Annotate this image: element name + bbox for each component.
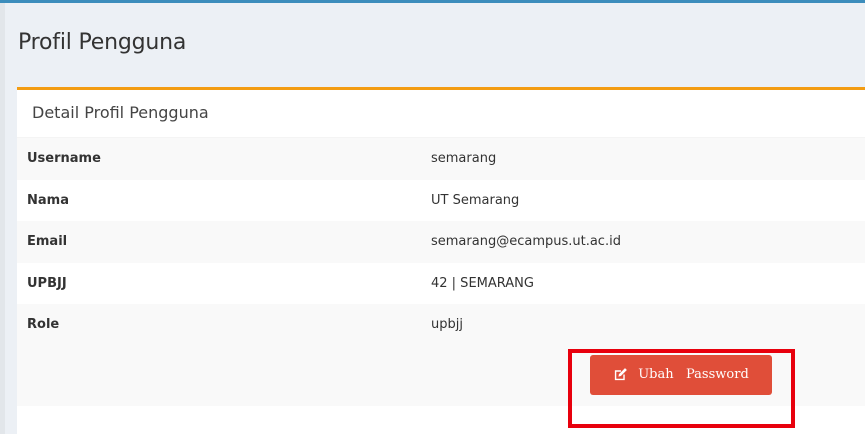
profile-page: Profil Pengguna Detail Profil Pengguna U…: [0, 0, 865, 434]
nama-label: Nama: [17, 179, 415, 221]
nama-value: UT Semarang: [415, 179, 865, 221]
table-row: Email semarang@ecampus.ut.ac.id: [17, 221, 865, 263]
sidebar-edge: [0, 3, 5, 434]
table-row: Username semarang: [17, 138, 865, 180]
username-value: semarang: [415, 138, 865, 180]
change-password-label: Ubah Password: [638, 367, 749, 382]
table-row: UPBJJ 42 | SEMARANG: [17, 262, 865, 304]
card-header: Detail Profil Pengguna: [17, 90, 865, 138]
email-value: semarang@ecampus.ut.ac.id: [415, 221, 865, 263]
role-label: Role: [17, 304, 415, 346]
change-password-button[interactable]: Ubah Password: [590, 354, 772, 395]
profile-table: Username semarang Nama UT Semarang Email…: [17, 138, 865, 346]
username-label: Username: [17, 138, 415, 180]
card-title: Detail Profil Pengguna: [32, 103, 209, 122]
profile-detail-card: Detail Profil Pengguna Username semarang…: [17, 87, 865, 434]
header-accent-line: [0, 0, 865, 3]
edit-icon: [613, 367, 628, 382]
table-row: Role upbjj: [17, 304, 865, 346]
action-row: Ubah Password: [17, 345, 865, 406]
upbjj-value: 42 | SEMARANG: [415, 262, 865, 304]
table-row: Nama UT Semarang: [17, 179, 865, 221]
upbjj-label: UPBJJ: [17, 262, 415, 304]
page-title: Profil Pengguna: [18, 30, 187, 55]
email-label: Email: [17, 221, 415, 263]
role-value: upbjj: [415, 304, 865, 346]
